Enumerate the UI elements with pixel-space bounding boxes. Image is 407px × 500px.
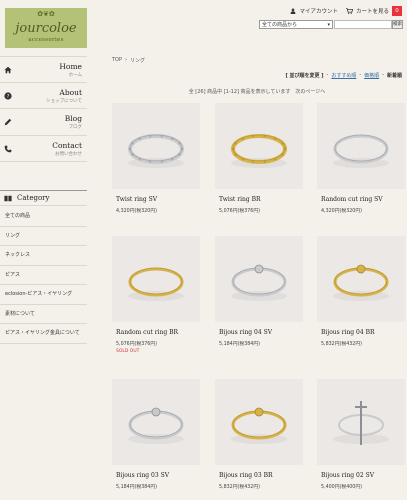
sort-newest-current: 新着順 (386, 73, 402, 79)
product-card[interactable]: Random cut ring SV 4,320円(税320円) (317, 103, 405, 228)
category-item-eclosion[interactable]: eclosion-ピアス・イヤリング (0, 285, 87, 305)
category-item-ring[interactable]: リング (0, 227, 87, 246)
product-card[interactable]: Bijous ring 03 BR 5,832円(税432円) (215, 379, 303, 500)
sidebar-item-contact[interactable]: Contact お問い合わせ (0, 136, 87, 162)
product-image[interactable] (112, 379, 200, 465)
chevron-down-icon: ▾ (327, 21, 330, 28)
product-image[interactable] (317, 103, 405, 189)
sort-bar: [ 並び順を変更 ] - おすすめ順 - 価格順 - 新着順 (285, 72, 402, 79)
breadcrumb-top-link[interactable]: TOP (112, 57, 122, 64)
search-button[interactable]: 検索 (392, 20, 403, 29)
product-name[interactable]: Bijous ring 03 SV (116, 472, 169, 479)
info-icon: ? (4, 91, 12, 99)
logo-subtitle: accessories (28, 37, 64, 43)
breadcrumb-separator: › (125, 57, 128, 63)
sort-separator: - (359, 72, 362, 78)
product-name[interactable]: Bijous ring 04 SV (219, 329, 272, 336)
category-item-fittings[interactable]: ピアス・イヤリング金具について (0, 324, 87, 344)
my-account-link[interactable]: マイアカウント (290, 7, 338, 15)
product-card[interactable]: Bijous ring 03 SV 5,184円(税384円) (112, 379, 200, 500)
product-name[interactable]: Bijous ring 03 BR (219, 472, 273, 479)
category-item-pierce[interactable]: ピアス (0, 266, 87, 285)
view-cart-label: カートを見る (355, 9, 389, 15)
sort-separator: - (382, 72, 384, 78)
phone-icon (4, 145, 12, 152)
category-item-all[interactable]: 全ての商品 (0, 207, 87, 227)
product-name[interactable]: Random cut ring BR (116, 329, 178, 336)
product-card[interactable]: Twist ring BR 5,076円(税376円) (215, 103, 303, 228)
sidebar-item-about[interactable]: ? About ショップについて (0, 83, 87, 109)
category-title: Category (17, 194, 50, 202)
product-image[interactable] (112, 103, 200, 189)
breadcrumb-current: リング (130, 58, 146, 64)
search-scope-value: 全ての商品から (262, 22, 298, 28)
product-image[interactable] (317, 379, 405, 465)
category-item-necklace[interactable]: ネックレス (0, 246, 87, 266)
book-icon (4, 195, 12, 202)
sold-out-badge: SOLD OUT (116, 349, 140, 354)
product-price: 4,320円(税320円) (116, 209, 158, 214)
product-name[interactable]: Twist ring BR (219, 196, 261, 203)
product-image[interactable] (215, 236, 303, 322)
search-input[interactable] (334, 20, 392, 29)
sort-label: [ 並び順を変更 ] (285, 73, 324, 79)
nav-title: Home (59, 62, 82, 71)
cart-count-badge: 0 (392, 6, 402, 16)
nav-title: Contact (52, 140, 82, 150)
person-icon (291, 8, 296, 14)
product-image[interactable] (215, 103, 303, 189)
search-bar: 全ての商品から ▾ 検索 (259, 20, 403, 29)
product-card[interactable]: Bijous ring 02 SV 5,400円(税400円) (317, 379, 405, 500)
sort-price-link[interactable]: 価格順 (364, 72, 379, 79)
sidebar-item-home[interactable]: Home ホーム (0, 56, 87, 83)
category-list: 全ての商品 リング ネックレス ピアス eclosion-ピアス・イヤリング 素… (0, 207, 87, 344)
nav-title: Blog (64, 114, 82, 123)
product-name[interactable]: Twist ring SV (116, 196, 157, 203)
nav-subtitle: ショップについて (46, 98, 82, 104)
nav-subtitle: ホーム (68, 73, 82, 78)
sidebar-item-blog[interactable]: Blog ブログ (0, 109, 87, 136)
product-price: 5,184円(税384円) (116, 485, 158, 490)
product-card[interactable]: Bijous ring 04 BR 5,832円(税432円) (317, 236, 405, 361)
product-price: 5,076円(税376円) (116, 342, 158, 347)
product-card[interactable]: Random cut ring BR 5,076円(税376円) SOLD OUT (112, 236, 200, 361)
sort-separator: - (326, 72, 329, 78)
result-count-text: 全 [26] 商品中 [1-12] 商品を表示しています 次のページへ (188, 89, 326, 95)
product-card[interactable]: Twist ring SV 4,320円(税320円) (112, 103, 200, 228)
my-account-label: マイアカウント (299, 9, 338, 15)
logo-text: jourcoloe (15, 21, 77, 36)
product-price: 4,320円(税320円) (321, 209, 363, 214)
logo-ornament: ✿❦✿ (37, 10, 55, 18)
product-name[interactable]: Bijous ring 02 SV (321, 472, 374, 479)
category-item-materials[interactable]: 素材について (0, 305, 87, 324)
view-cart-link[interactable]: カートを見る 0 (345, 6, 402, 16)
pencil-icon (4, 118, 12, 126)
product-name[interactable]: Bijous ring 04 BR (321, 329, 375, 336)
home-icon (4, 66, 12, 74)
product-image[interactable] (112, 236, 200, 322)
product-card[interactable]: Bijous ring 04 SV 5,184円(税384円) (215, 236, 303, 361)
product-price: 5,832円(税432円) (321, 342, 363, 347)
site-logo[interactable]: ✿❦✿ jourcoloe accessories (5, 8, 87, 48)
cart-icon (345, 8, 353, 14)
product-price: 5,184円(税384円) (219, 342, 261, 347)
nav-subtitle: お問い合わせ (55, 151, 82, 157)
product-image[interactable] (215, 379, 303, 465)
nav-subtitle: ブログ (68, 125, 83, 130)
product-image[interactable] (317, 236, 405, 322)
product-price: 5,832円(税432円) (219, 485, 261, 490)
nav-title: About (59, 87, 82, 97)
search-scope-select[interactable]: 全ての商品から ▾ (259, 20, 333, 29)
product-price: 5,076円(税376円) (219, 209, 261, 214)
product-name[interactable]: Random cut ring SV (321, 196, 383, 203)
top-links: マイアカウント カートを見る 0 (290, 6, 402, 16)
sidebar-nav: Home ホーム ? About ショップについて Blog ブログ Conta… (0, 56, 87, 162)
category-heading: Category (0, 190, 87, 206)
product-price: 5,400円(税400円) (321, 485, 363, 490)
sort-recommended-link[interactable]: おすすめ順 (331, 72, 356, 79)
breadcrumb: TOP › リング (112, 57, 145, 64)
